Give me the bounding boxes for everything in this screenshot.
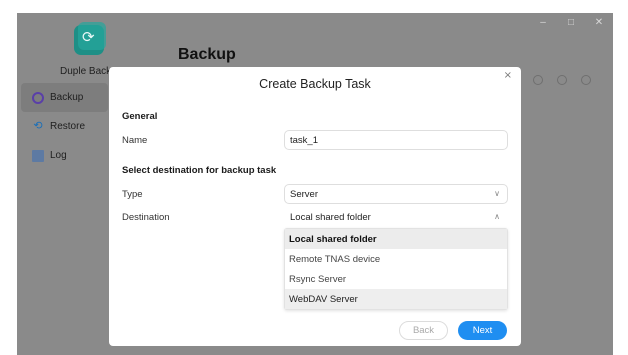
type-select[interactable]: Server ∨ xyxy=(284,184,508,204)
option-remote-tnas-device[interactable]: Remote TNAS device xyxy=(285,249,507,269)
close-icon[interactable]: × xyxy=(504,70,512,81)
close-window-button[interactable]: ✕ xyxy=(593,17,605,28)
type-value: Server xyxy=(290,188,318,200)
maximize-button[interactable]: □ xyxy=(565,17,577,28)
destination-dropdown: Local shared folder Remote TNAS device R… xyxy=(284,228,508,310)
info-icon[interactable] xyxy=(533,75,543,85)
sidebar-item-log[interactable]: Log xyxy=(21,141,108,170)
name-input[interactable]: task_1 xyxy=(284,130,508,150)
app-logo-icon: ⟳ xyxy=(74,22,106,55)
page-title: Backup xyxy=(178,46,236,63)
chevron-up-icon: ∧ xyxy=(494,212,500,221)
option-rsync-server[interactable]: Rsync Server xyxy=(285,269,507,289)
sidebar-nav: Backup ⟲ Restore Log xyxy=(21,83,108,170)
sidebar-item-restore[interactable]: ⟲ Restore xyxy=(21,112,108,141)
sidebar-item-label: Restore xyxy=(50,121,86,132)
settings-icon[interactable] xyxy=(557,75,567,85)
destination-label: Destination xyxy=(122,212,170,223)
name-value: task_1 xyxy=(290,134,318,146)
restore-icon: ⟲ xyxy=(33,120,43,132)
next-button[interactable]: Next xyxy=(458,321,507,340)
sidebar-item-backup[interactable]: Backup xyxy=(21,83,108,112)
destination-select[interactable]: Local shared folder ∧ xyxy=(284,207,508,227)
destination-value: Local shared folder xyxy=(290,211,371,223)
sidebar-item-label: Log xyxy=(50,150,67,161)
minimize-button[interactable]: – xyxy=(537,17,549,28)
sync-icon: ⟳ xyxy=(82,28,95,46)
dialog-title: Create Backup Task xyxy=(259,77,371,91)
window-controls: – □ ✕ xyxy=(537,17,605,28)
sidebar-item-label: Backup xyxy=(50,92,84,103)
name-label: Name xyxy=(122,135,148,146)
log-icon xyxy=(32,149,44,162)
option-webdav-server[interactable]: WebDAV Server xyxy=(285,289,507,309)
create-backup-task-dialog: Create Backup Task × General Name task_1… xyxy=(109,67,521,346)
help-icon[interactable] xyxy=(581,75,591,85)
back-button[interactable]: Back xyxy=(399,321,448,340)
destination-section-heading: Select destination for backup task xyxy=(122,165,277,176)
backup-icon xyxy=(32,91,44,104)
general-section-heading: General xyxy=(122,111,158,122)
chevron-down-icon: ∨ xyxy=(494,189,500,198)
option-local-shared-folder[interactable]: Local shared folder xyxy=(285,229,507,249)
header-actions xyxy=(533,75,591,85)
type-label: Type xyxy=(122,189,143,200)
